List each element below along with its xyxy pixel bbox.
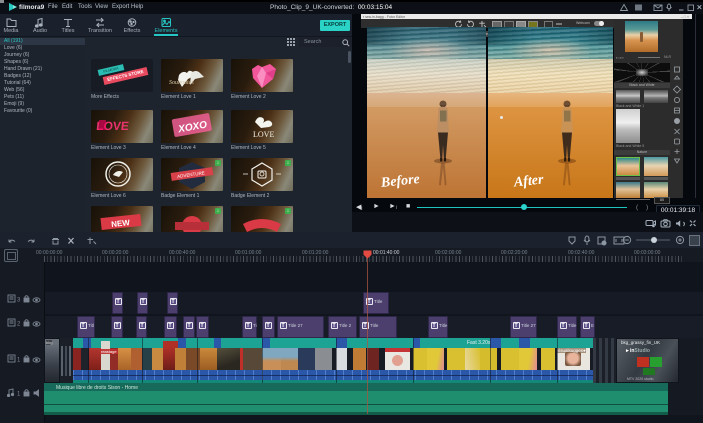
svg-text:1: 1 (17, 392, 21, 398)
svg-text:LOVE: LOVE (253, 130, 274, 139)
svg-text:NEW: NEW (111, 218, 131, 229)
svg-text:Soulmates: Soulmates (169, 80, 194, 86)
svg-text:1: 1 (17, 358, 21, 364)
svg-text:3: 3 (17, 298, 21, 304)
svg-text:2: 2 (17, 322, 21, 328)
